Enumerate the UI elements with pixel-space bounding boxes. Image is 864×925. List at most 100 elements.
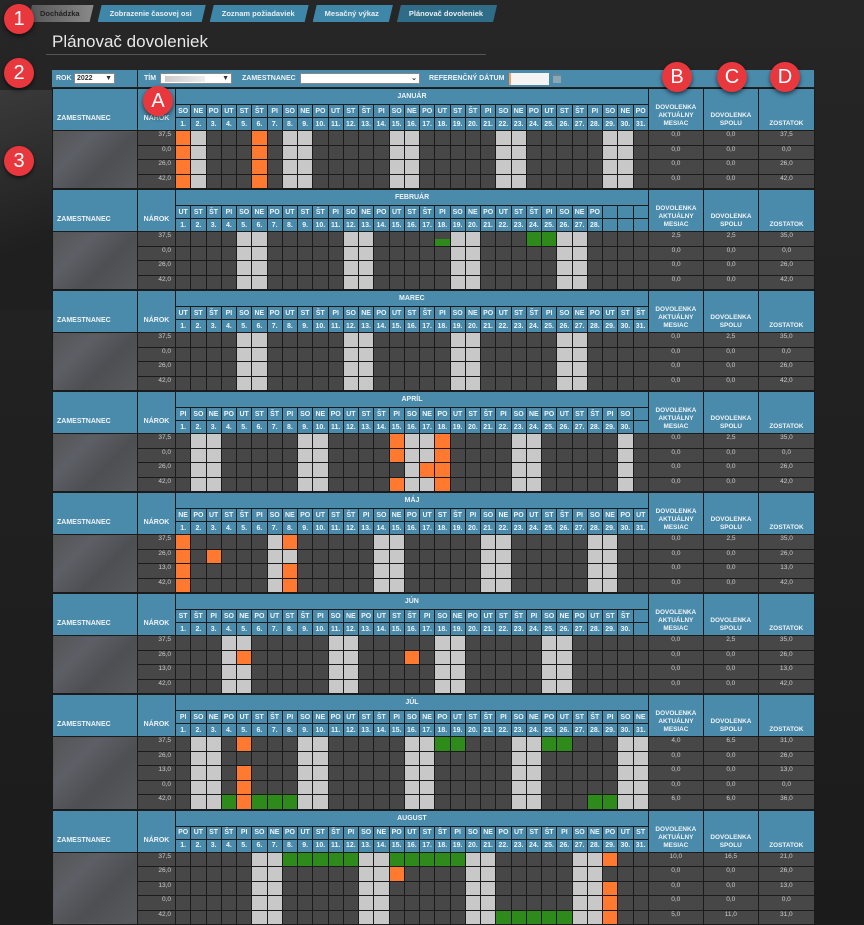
day-cell[interactable]: [420, 376, 435, 391]
day-cell[interactable]: [359, 160, 374, 175]
holiday-cell[interactable]: [252, 174, 267, 189]
day-cell[interactable]: [404, 679, 419, 694]
day-cell[interactable]: [435, 174, 450, 189]
weekend-cell[interactable]: [603, 578, 618, 593]
weekend-cell[interactable]: [572, 910, 587, 925]
weekend-cell[interactable]: [420, 780, 435, 795]
day-cell[interactable]: [404, 261, 419, 276]
weekend-cell[interactable]: [526, 780, 541, 795]
weekend-cell[interactable]: [481, 578, 496, 593]
day-cell[interactable]: [252, 636, 267, 651]
day-cell[interactable]: [389, 261, 404, 276]
day-cell[interactable]: [435, 246, 450, 261]
weekend-cell[interactable]: [420, 766, 435, 781]
day-cell[interactable]: [176, 780, 191, 795]
weekend-cell[interactable]: [481, 564, 496, 579]
day-cell[interactable]: [496, 275, 511, 290]
weekend-cell[interactable]: [404, 448, 419, 463]
weekend-cell[interactable]: [511, 780, 526, 795]
day-cell[interactable]: [572, 477, 587, 492]
day-cell[interactable]: [374, 333, 389, 348]
day-cell[interactable]: [343, 578, 358, 593]
day-cell[interactable]: [557, 174, 572, 189]
day-cell[interactable]: [237, 896, 252, 911]
weekend-cell[interactable]: [572, 881, 587, 896]
day-cell[interactable]: [420, 362, 435, 377]
holiday-cell[interactable]: [282, 564, 297, 579]
day-cell[interactable]: [252, 463, 267, 478]
weekend-cell[interactable]: [252, 246, 267, 261]
weekend-cell[interactable]: [343, 246, 358, 261]
day-cell[interactable]: [221, 333, 236, 348]
weekend-cell[interactable]: [206, 795, 221, 810]
holiday-cell[interactable]: [389, 448, 404, 463]
weekend-cell[interactable]: [298, 174, 313, 189]
weekend-cell[interactable]: [496, 174, 511, 189]
day-cell[interactable]: [587, 679, 602, 694]
day-cell[interactable]: [298, 362, 313, 377]
weekend-cell[interactable]: [191, 780, 206, 795]
holiday-cell[interactable]: [435, 463, 450, 478]
day-cell[interactable]: [267, 737, 282, 752]
day-cell[interactable]: [618, 275, 633, 290]
weekend-cell[interactable]: [526, 434, 541, 449]
day-cell[interactable]: [328, 751, 343, 766]
day-cell[interactable]: [542, 477, 557, 492]
weekend-cell[interactable]: [557, 347, 572, 362]
day-cell[interactable]: [267, 333, 282, 348]
day-cell[interactable]: [587, 665, 602, 680]
day-cell[interactable]: [572, 131, 587, 146]
day-cell[interactable]: [237, 881, 252, 896]
day-cell[interactable]: [206, 852, 221, 867]
weekend-cell[interactable]: [313, 434, 328, 449]
day-cell[interactable]: [343, 910, 358, 925]
weekend-cell[interactable]: [359, 347, 374, 362]
day-cell[interactable]: [450, 766, 465, 781]
day-cell[interactable]: [252, 477, 267, 492]
day-cell[interactable]: [282, 867, 297, 882]
day-cell[interactable]: [313, 549, 328, 564]
employee-select[interactable]: ⌄: [300, 73, 420, 84]
day-cell[interactable]: [465, 448, 480, 463]
day-cell[interactable]: [633, 867, 648, 882]
weekend-cell[interactable]: [237, 246, 252, 261]
day-cell[interactable]: [511, 376, 526, 391]
day-cell[interactable]: [603, 347, 618, 362]
weekend-cell[interactable]: [191, 131, 206, 146]
day-cell[interactable]: [618, 261, 633, 276]
day-cell[interactable]: [481, 737, 496, 752]
day-cell[interactable]: [359, 448, 374, 463]
weekend-cell[interactable]: [206, 448, 221, 463]
day-cell[interactable]: [587, 780, 602, 795]
day-cell[interactable]: [328, 910, 343, 925]
day-cell[interactable]: [221, 145, 236, 160]
weekend-cell[interactable]: [267, 896, 282, 911]
weekend-cell[interactable]: [359, 362, 374, 377]
day-cell[interactable]: [496, 362, 511, 377]
vacation-cell[interactable]: [404, 852, 419, 867]
day-cell[interactable]: [450, 549, 465, 564]
day-cell[interactable]: [496, 751, 511, 766]
day-cell[interactable]: [435, 275, 450, 290]
day-cell[interactable]: [359, 564, 374, 579]
day-cell[interactable]: [420, 535, 435, 550]
weekend-cell[interactable]: [557, 333, 572, 348]
weekend-cell[interactable]: [374, 578, 389, 593]
day-cell[interactable]: [465, 679, 480, 694]
weekend-cell[interactable]: [587, 910, 602, 925]
weekend-cell[interactable]: [496, 564, 511, 579]
day-cell[interactable]: [252, 679, 267, 694]
day-cell[interactable]: [511, 362, 526, 377]
weekend-cell[interactable]: [206, 780, 221, 795]
day-cell[interactable]: [603, 766, 618, 781]
weekend-cell[interactable]: [404, 751, 419, 766]
weekend-cell[interactable]: [313, 766, 328, 781]
day-cell[interactable]: [465, 174, 480, 189]
day-cell[interactable]: [633, 665, 648, 680]
day-cell[interactable]: [267, 766, 282, 781]
day-cell[interactable]: [206, 347, 221, 362]
day-cell[interactable]: [633, 564, 649, 579]
weekend-cell[interactable]: [298, 737, 313, 752]
day-cell[interactable]: [221, 160, 236, 175]
weekend-cell[interactable]: [618, 766, 633, 781]
